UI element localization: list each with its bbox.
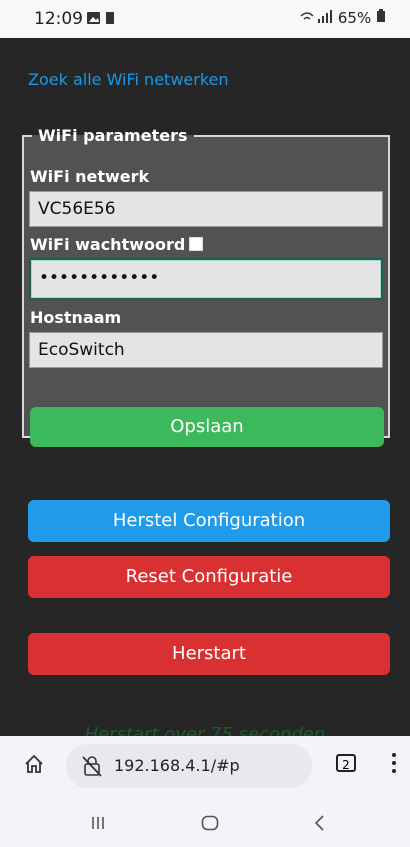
restore-configuration-button[interactable]: Herstel Configuration xyxy=(28,500,390,542)
address-bar[interactable]: 192.168.4.1/#p xyxy=(66,744,312,788)
page-content: Zoek alle WiFi netwerken WiFi parameters… xyxy=(0,38,410,736)
home-nav-icon[interactable] xyxy=(201,815,219,831)
ssid-input[interactable]: VC56E56 xyxy=(29,191,383,227)
status-bar: 12:09 65% xyxy=(0,0,410,38)
notification-icons xyxy=(86,11,116,29)
signal-icon xyxy=(300,10,333,23)
not-secure-icon[interactable] xyxy=(82,755,102,777)
url-text: 192.168.4.1/#p xyxy=(114,756,240,775)
battery-level: 65% xyxy=(337,9,372,27)
hostname-input[interactable]: EcoSwitch xyxy=(29,332,383,368)
battery-icon xyxy=(377,9,385,22)
scan-networks-link[interactable]: Zoek alle WiFi netwerken xyxy=(28,70,229,89)
browser-toolbar: 192.168.4.1/#p 2 xyxy=(0,736,410,796)
system-nav-bar xyxy=(0,796,410,847)
restart-button[interactable]: Herstart xyxy=(28,633,390,675)
password-input[interactable]: •••••••••••• xyxy=(29,258,383,300)
restart-countdown: Herstart over 75 seconden xyxy=(84,724,326,736)
more-menu-icon[interactable] xyxy=(392,752,396,774)
wifi-parameters-group: WiFi parameters WiFi netwerk VC56E56 WiF… xyxy=(22,126,390,447)
status-time: 12:09 xyxy=(34,9,83,29)
save-button[interactable]: Opslaan xyxy=(30,407,384,447)
ssid-label: WiFi netwerk xyxy=(30,167,150,186)
password-label-text: WiFi wachtwoord xyxy=(30,235,186,254)
status-right: 65% xyxy=(299,9,386,27)
reset-configuration-button[interactable]: Reset Configuratie xyxy=(28,556,390,598)
gallery-icon xyxy=(87,12,114,24)
hostname-label: Hostnaam xyxy=(30,308,122,327)
password-label: WiFi wachtwoord xyxy=(30,235,204,254)
tab-switcher-button[interactable]: 2 xyxy=(336,754,356,772)
home-icon[interactable] xyxy=(24,754,44,774)
show-password-checkbox[interactable] xyxy=(189,237,204,251)
back-icon[interactable] xyxy=(313,815,325,831)
wifi-parameters-legend: WiFi parameters xyxy=(38,126,188,145)
recent-apps-icon[interactable] xyxy=(91,816,105,830)
